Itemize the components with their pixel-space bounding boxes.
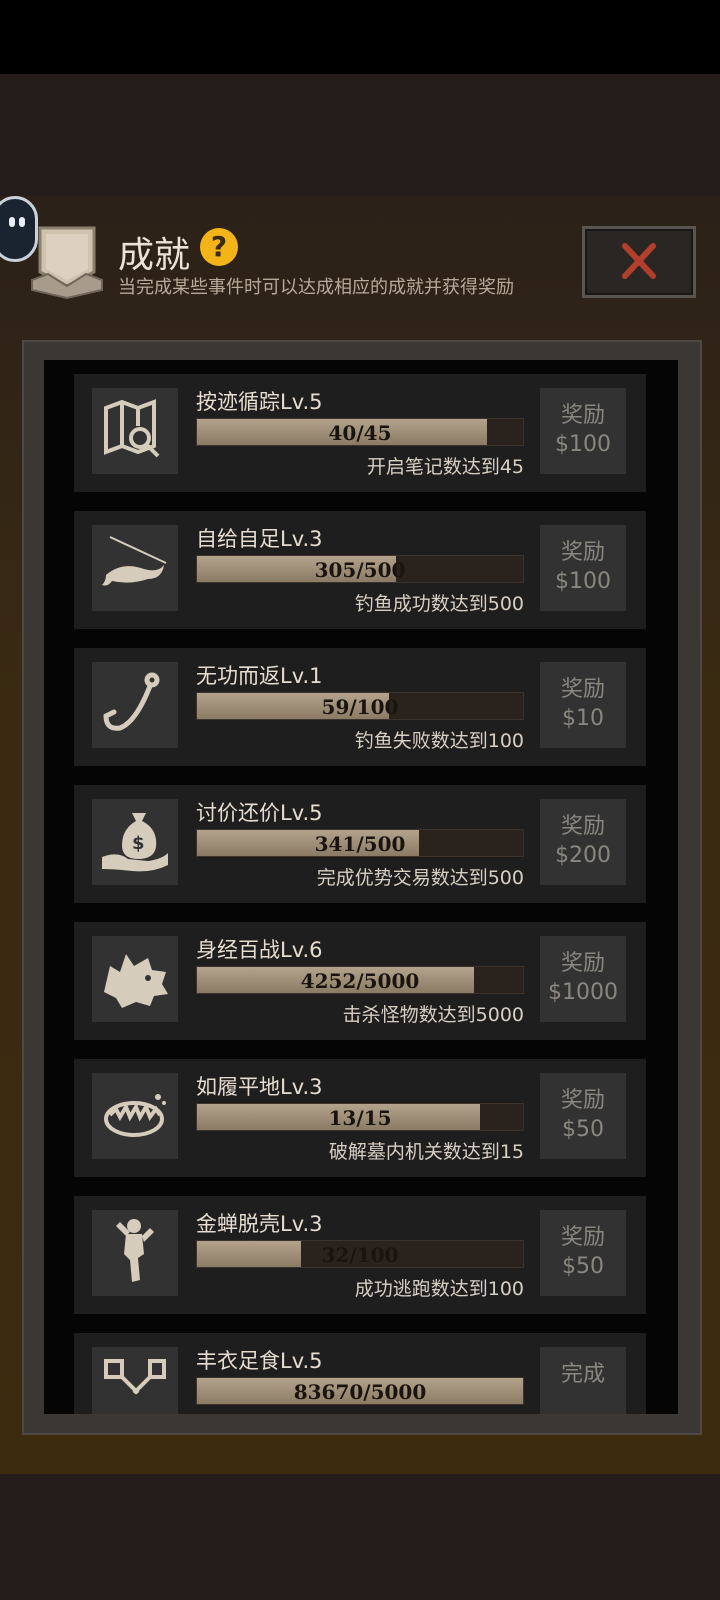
reward-amount: $100 [555,569,611,594]
progress-bar: 305/500 [196,555,524,583]
progress-text: 40/45 [328,421,392,445]
progress-bar: 32/100 [196,1240,524,1268]
reward-amount: $50 [562,1254,604,1279]
reward-label: 奖励 [560,951,605,976]
svg-text:$: $ [132,833,145,854]
bear-trap-icon [92,1073,178,1159]
wolf-head-icon [92,936,178,1022]
reward-label: 完成 [560,1362,605,1387]
reward-button[interactable]: 完成 [540,1347,626,1414]
reward-label: 奖励 [560,1088,605,1113]
achievement-card: 金蝉脱壳Lv.3 32/100 成功逃跑数达到100 奖励 $50 [74,1196,646,1314]
reward-button[interactable]: 奖励 $50 [540,1073,626,1159]
reward-amount: $200 [555,843,611,868]
eye-icon [19,217,25,227]
map-search-icon [92,388,178,474]
reward-amount: $50 [562,1117,604,1142]
reward-button[interactable]: 奖励 $10 [540,662,626,748]
achievement-card: 无功而返Lv.1 59/100 钓鱼失败数达到100 奖励 $10 [74,648,646,766]
reward-button[interactable]: 奖励 $50 [540,1210,626,1296]
achievement-name: 金蝉脱壳Lv.3 [196,1212,323,1236]
reward-amount: $100 [555,432,611,457]
close-button[interactable] [582,226,696,298]
achievement-description: 钓鱼失败数达到100 [354,730,524,752]
progress-text: 4252/5000 [300,969,420,993]
reward-label: 奖励 [560,540,605,565]
progress-bar: 13/15 [196,1103,524,1131]
progress-text: 341/500 [314,832,406,856]
achievement-description: 成功逃跑数达到100 [354,1278,524,1300]
achievement-name: 如履平地Lv.3 [196,1075,323,1099]
progress-text: 32/100 [321,1243,399,1267]
reward-label: 奖励 [560,677,605,702]
achievement-description: 破解墓内机关数达到15 [328,1141,524,1163]
progress-text: 83670/5000 [293,1380,427,1404]
progress-bar: 341/500 [196,829,524,857]
achievement-card: 按迹循踪Lv.5 40/45 开启笔记数达到45 奖励 $100 [74,374,646,492]
achievement-name: 无功而返Lv.1 [196,664,323,688]
reward-label: 奖励 [560,814,605,839]
achievement-name: 讨价还价Lv.5 [196,801,323,825]
achievement-description: 钓鱼成功数达到500 [354,593,524,615]
fishhook-icon [92,662,178,748]
reward-label: 奖励 [560,1225,605,1250]
bottom-area [0,1474,720,1600]
progress-bar: 83670/5000 [196,1377,524,1405]
achievement-name: 身经百战Lv.6 [196,938,323,962]
reward-amount: $10 [562,706,604,731]
achievement-card: 自给自足Lv.3 305/500 钓鱼成功数达到500 奖励 $100 [74,511,646,629]
achievements-list[interactable]: 按迹循踪Lv.5 40/45 开启笔记数达到45 奖励 $100 自给自足Lv.… [44,360,678,1414]
reward-button[interactable]: 奖励 $200 [540,799,626,885]
fish-icon [92,525,178,611]
achievement-card: 丰衣足食Lv.5 83670/5000 完成 [74,1333,646,1414]
achievement-card: 身经百战Lv.6 4252/5000 击杀怪物数达到5000 奖励 $1000 [74,922,646,1040]
achievement-description: 击杀怪物数达到5000 [342,1004,524,1026]
close-icon [622,243,656,279]
achievement-name: 丰衣足食Lv.5 [196,1349,323,1373]
reward-button[interactable]: 奖励 $100 [540,525,626,611]
reward-label: 奖励 [560,403,605,428]
progress-text: 305/500 [314,558,406,582]
running-figure-icon [92,1210,178,1296]
money-bag-icon: $ [92,799,178,885]
page-subtitle: 当完成某些事件时可以达成相应的成就并获得奖励 [118,277,514,298]
reward-button[interactable]: 奖励 $100 [540,388,626,474]
achievement-card: $ 讨价还价Lv.5 341/500 完成优势交易数达到500 奖励 $200 [74,785,646,903]
achievement-description: 开启笔记数达到45 [366,456,524,478]
page-title: 成就 [118,235,191,276]
reward-button[interactable]: 奖励 $1000 [540,936,626,1022]
achievement-badge-icon [28,222,106,302]
achievement-description: 完成优势交易数达到500 [316,867,524,889]
progress-bar: 40/45 [196,418,524,446]
reward-amount: $1000 [548,980,618,1005]
achievement-name: 自给自足Lv.3 [196,527,323,551]
achievement-card: 如履平地Lv.3 13/15 破解墓内机关数达到15 奖励 $50 [74,1059,646,1177]
eye-icon [9,217,15,227]
progress-bar: 4252/5000 [196,966,524,994]
spatula-icon [92,1347,178,1414]
progress-bar: 59/100 [196,692,524,720]
progress-text: 13/15 [328,1106,392,1130]
achievement-name: 按迹循踪Lv.5 [196,390,323,414]
help-button[interactable]: ? [200,228,238,266]
status-bar [0,0,720,74]
progress-text: 59/100 [321,695,399,719]
